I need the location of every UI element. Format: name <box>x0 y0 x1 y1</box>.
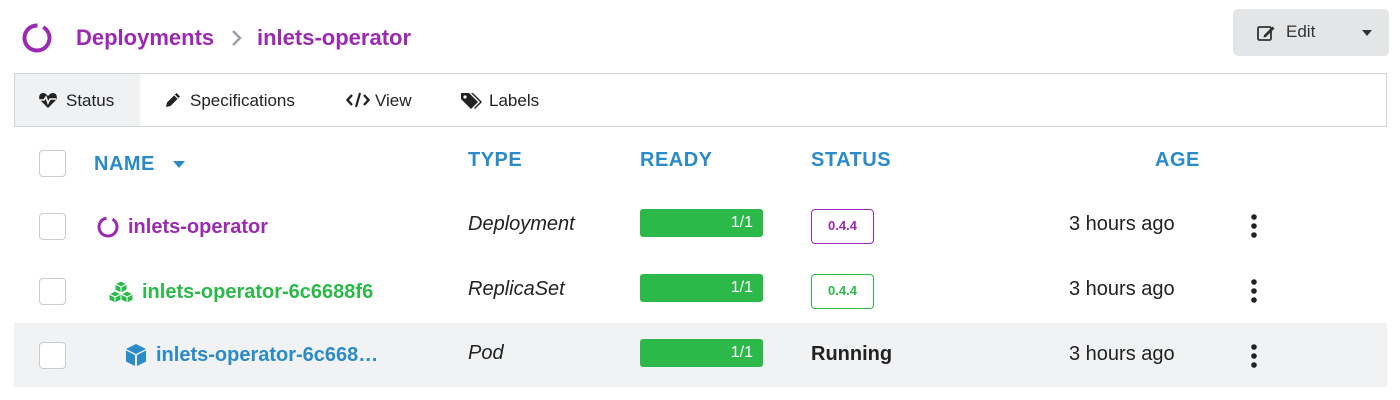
tab-labels-label: Labels <box>489 91 540 110</box>
page-header: Deployments inlets-operator Edit <box>0 0 1400 74</box>
resource-type: Pod <box>468 342 504 364</box>
deployment-ring-icon <box>22 23 52 53</box>
tab-specifications[interactable]: Specifications <box>155 74 330 126</box>
ready-count: 1/1 <box>730 214 753 231</box>
status-badge: 0.4.4 <box>811 209 874 244</box>
kebab-menu-icon[interactable] <box>1244 277 1264 305</box>
resource-age: 3 hours ago <box>1069 343 1175 365</box>
replicaset-icon <box>108 280 134 304</box>
row-checkbox[interactable] <box>39 342 66 369</box>
select-all-checkbox[interactable] <box>39 150 66 177</box>
tags-icon <box>461 93 482 109</box>
tab-labels[interactable]: Labels <box>455 74 565 126</box>
ready-count: 1/1 <box>730 344 753 361</box>
resource-name-link[interactable]: inlets-operator-6c6688f6 <box>142 279 373 305</box>
deployment-icon <box>97 216 119 238</box>
resource-age: 3 hours ago <box>1069 278 1175 300</box>
status-badge: 0.4.4 <box>811 274 874 309</box>
breadcrumb-current: inlets-operator <box>257 25 412 50</box>
column-header-name[interactable]: NAME <box>94 151 155 177</box>
ready-progress-bar: 1/1 <box>640 274 763 302</box>
ready-progress-bar: 1/1 <box>640 209 763 237</box>
status-text: Running <box>811 343 893 365</box>
row-checkbox[interactable] <box>39 213 66 240</box>
resource-name-link[interactable]: inlets-operator-6c668… <box>156 342 378 368</box>
tab-view-label: View <box>375 91 412 110</box>
resource-type: Deployment <box>468 213 575 235</box>
kebab-menu-icon[interactable] <box>1244 212 1264 240</box>
edit-button[interactable]: Edit <box>1233 9 1389 56</box>
caret-down-icon[interactable] <box>1361 29 1373 37</box>
column-header-status[interactable]: STATUS <box>811 147 891 173</box>
sort-desc-icon[interactable] <box>172 160 186 169</box>
resource-name-link[interactable]: inlets-operator <box>128 214 268 240</box>
tab-status-label: Status <box>66 91 115 110</box>
resource-age: 3 hours ago <box>1069 213 1175 235</box>
tab-status[interactable]: Status <box>15 74 140 126</box>
code-icon <box>346 92 370 108</box>
column-header-age[interactable]: AGE <box>1155 147 1200 173</box>
breadcrumb-deployments[interactable]: Deployments <box>76 24 214 52</box>
ready-progress-bar: 1/1 <box>640 339 763 367</box>
tab-view[interactable]: View <box>340 74 445 126</box>
column-header-ready[interactable]: READY <box>640 147 713 173</box>
pencil-icon <box>166 93 180 107</box>
pod-icon <box>126 344 146 366</box>
chevron-right-icon <box>232 30 242 46</box>
row-checkbox[interactable] <box>39 278 66 305</box>
ready-count: 1/1 <box>730 279 753 296</box>
heartbeat-icon <box>39 93 57 108</box>
kebab-menu-icon[interactable] <box>1244 342 1264 370</box>
resource-type: ReplicaSet <box>468 278 565 300</box>
resource-tabs: Status Specifications View Labels <box>14 73 1387 127</box>
column-header-type[interactable]: TYPE <box>468 147 522 173</box>
edit-button-label: Edit <box>1286 22 1316 41</box>
edit-icon <box>1257 26 1275 41</box>
tab-specifications-label: Specifications <box>190 91 295 110</box>
